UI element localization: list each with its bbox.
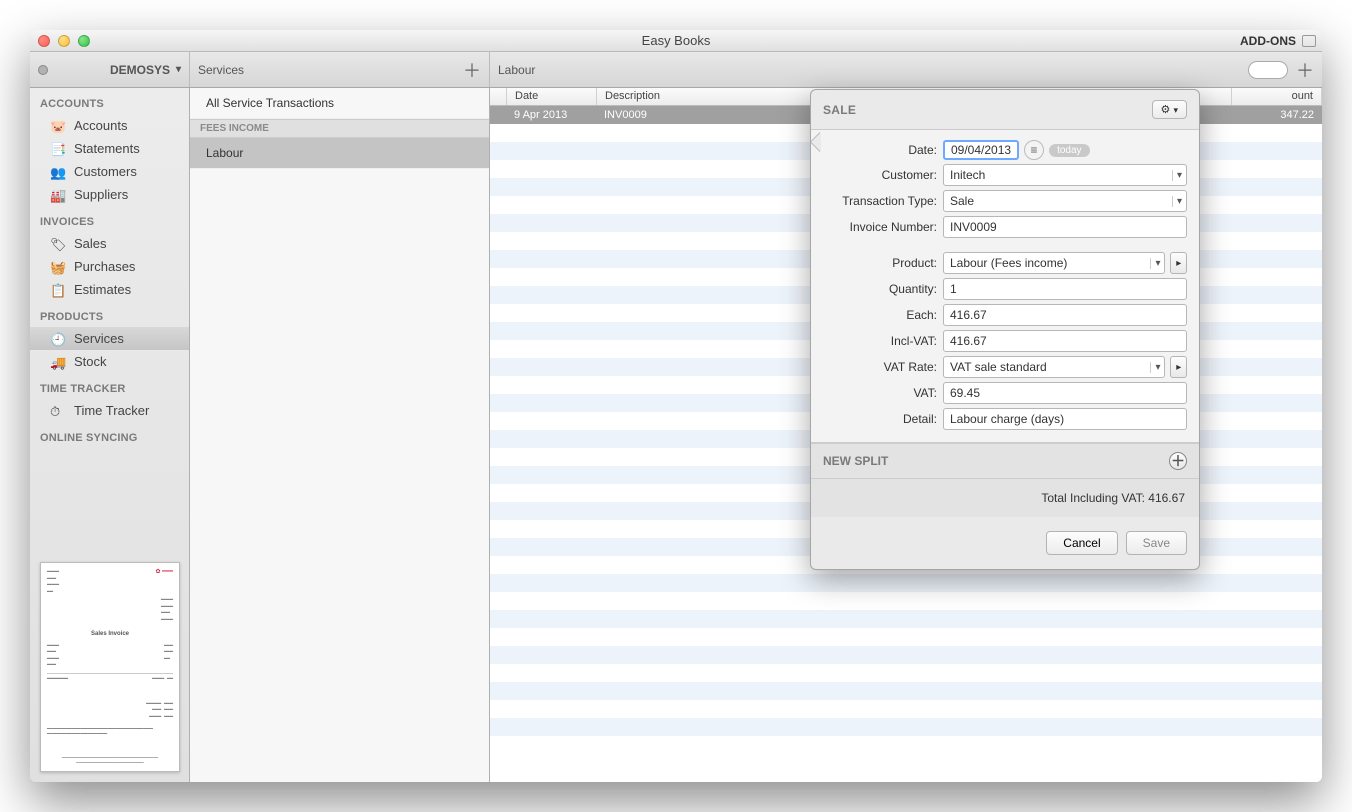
sidebar-item-estimates[interactable]: 📋Estimates bbox=[30, 278, 189, 301]
search-input[interactable] bbox=[1248, 61, 1288, 79]
sidebar-item-accounts[interactable]: 🐷Accounts bbox=[30, 114, 189, 137]
add-transaction-button[interactable]: ＋ bbox=[1296, 57, 1314, 83]
suppliers-icon: 🏭 bbox=[50, 188, 66, 202]
date-label: Date: bbox=[823, 143, 943, 157]
col3-header: Labour ＋ bbox=[490, 52, 1322, 87]
cancel-button[interactable]: Cancel bbox=[1046, 531, 1117, 555]
clipboard-icon: 📋 bbox=[50, 283, 66, 297]
total-including-vat: Total Including VAT: 416.67 bbox=[811, 479, 1199, 517]
chevron-down-icon: ▾ bbox=[1172, 170, 1182, 181]
minimize-window-button[interactable] bbox=[58, 35, 70, 47]
sidebar-item-purchases[interactable]: 🧺Purchases bbox=[30, 255, 189, 278]
vatrate-select[interactable]: VAT sale standard▾ bbox=[943, 356, 1165, 378]
sidebar-item-stock[interactable]: 🚚Stock bbox=[30, 350, 189, 373]
th-date[interactable]: Date bbox=[507, 88, 597, 105]
piggy-icon: 🐷 bbox=[50, 119, 66, 133]
invoice-preview[interactable]: ━━━━━━━━━━━━━✿ ━━━ ━━━━━━━━━━━━━━━ Sales… bbox=[40, 562, 180, 772]
toolbar: DEMOSYS ▾ Services ＋ Labour ＋ bbox=[30, 52, 1322, 88]
invoice-number-input[interactable] bbox=[943, 216, 1187, 238]
titlebar: Easy Books ADD-ONS bbox=[30, 30, 1322, 52]
inclvat-label: Incl-VAT: bbox=[823, 334, 943, 348]
sidebar-section-invoices: INVOICES bbox=[30, 206, 189, 232]
sale-popover: SALE ⚙ ▾ Date: 09/04/2013 ≡ today Custom… bbox=[810, 89, 1200, 570]
col2-title: Services bbox=[198, 63, 244, 77]
save-button[interactable]: Save bbox=[1126, 531, 1187, 555]
statements-icon: 📑 bbox=[50, 142, 66, 156]
sidebar-section-syncing: ONLINE SYNCING bbox=[30, 422, 189, 448]
customer-select[interactable]: Initech▾ bbox=[943, 164, 1187, 186]
quantity-input[interactable] bbox=[943, 278, 1187, 300]
product-next-button[interactable]: ▸ bbox=[1170, 252, 1187, 274]
app-window: Easy Books ADD-ONS DEMOSYS ▾ Services ＋ … bbox=[30, 30, 1322, 782]
truck-icon: 🚚 bbox=[50, 355, 66, 369]
date-lines-icon[interactable]: ≡ bbox=[1024, 140, 1044, 160]
txtype-label: Transaction Type: bbox=[823, 194, 943, 208]
gear-icon: ⚙ bbox=[1161, 104, 1171, 116]
popover-gear-button[interactable]: ⚙ ▾ bbox=[1152, 100, 1187, 119]
business-dot-icon bbox=[38, 65, 48, 75]
preview-title: Sales Invoice bbox=[47, 631, 173, 639]
add-service-button[interactable]: ＋ bbox=[463, 57, 481, 83]
vatrate-next-button[interactable]: ▸ bbox=[1170, 356, 1187, 378]
detail-input[interactable] bbox=[943, 408, 1187, 430]
services-list: All Service Transactions FEES INCOME Lab… bbox=[190, 88, 490, 782]
sidebar: ACCOUNTS 🐷Accounts 📑Statements 👥Customer… bbox=[30, 88, 190, 782]
business-selector-cell: DEMOSYS ▾ bbox=[30, 52, 190, 87]
chevron-down-icon: ▾ bbox=[1172, 196, 1182, 207]
each-label: Each: bbox=[823, 308, 943, 322]
product-select[interactable]: Labour (Fees income)▾ bbox=[943, 252, 1165, 274]
window-title: Easy Books bbox=[30, 33, 1322, 48]
sidebar-item-suppliers[interactable]: 🏭Suppliers bbox=[30, 183, 189, 206]
zoom-window-button[interactable] bbox=[78, 35, 90, 47]
window-controls bbox=[38, 35, 90, 47]
inclvat-input[interactable] bbox=[943, 330, 1187, 352]
service-item-labour[interactable]: Labour bbox=[190, 138, 489, 169]
vat-input[interactable] bbox=[943, 382, 1187, 404]
all-service-transactions[interactable]: All Service Transactions bbox=[190, 88, 489, 119]
addons-label[interactable]: ADD-ONS bbox=[1240, 34, 1296, 48]
chevron-down-icon: ▾ bbox=[176, 64, 181, 75]
sidebar-section-timetracker: TIME TRACKER bbox=[30, 373, 189, 399]
chevron-down-icon: ▾ bbox=[1150, 258, 1160, 269]
close-window-button[interactable] bbox=[38, 35, 50, 47]
customer-label: Customer: bbox=[823, 168, 943, 182]
fullscreen-icon[interactable] bbox=[1302, 35, 1316, 47]
tag-icon: 🏷 bbox=[50, 237, 66, 251]
business-selector[interactable]: DEMOSYS ▾ bbox=[110, 63, 181, 77]
product-label: Product: bbox=[823, 256, 943, 270]
sidebar-section-accounts: ACCOUNTS bbox=[30, 88, 189, 114]
sidebar-item-services[interactable]: 🕘Services bbox=[30, 327, 189, 350]
sidebar-section-products: PRODUCTS bbox=[30, 301, 189, 327]
popover-title: SALE bbox=[823, 103, 856, 117]
group-fees-income: FEES INCOME bbox=[190, 119, 489, 138]
each-input[interactable] bbox=[943, 304, 1187, 326]
today-button[interactable]: today bbox=[1049, 144, 1089, 157]
vat-label: VAT: bbox=[823, 386, 943, 400]
sidebar-item-statements[interactable]: 📑Statements bbox=[30, 137, 189, 160]
date-input[interactable]: 09/04/2013 bbox=[943, 140, 1019, 160]
new-split-label: NEW SPLIT bbox=[823, 454, 888, 468]
th-amount[interactable]: ount bbox=[1232, 88, 1322, 105]
customers-icon: 👥 bbox=[50, 165, 66, 179]
clock-icon: 🕘 bbox=[50, 332, 66, 346]
transaction-type-select[interactable]: Sale▾ bbox=[943, 190, 1187, 212]
vatrate-label: VAT Rate: bbox=[823, 360, 943, 374]
detail-label: Detail: bbox=[823, 412, 943, 426]
sidebar-item-sales[interactable]: 🏷Sales bbox=[30, 232, 189, 255]
col3-title: Labour bbox=[498, 63, 535, 77]
sidebar-item-timetracker[interactable]: ⏱Time Tracker bbox=[30, 399, 189, 422]
sidebar-item-customers[interactable]: 👥Customers bbox=[30, 160, 189, 183]
qty-label: Quantity: bbox=[823, 282, 943, 296]
invno-label: Invoice Number: bbox=[823, 220, 943, 234]
chevron-down-icon: ▾ bbox=[1150, 362, 1160, 373]
basket-icon: 🧺 bbox=[50, 260, 66, 274]
add-split-button[interactable]: ＋ bbox=[1169, 452, 1187, 470]
stopwatch-icon: ⏱ bbox=[50, 404, 66, 418]
col2-header: Services ＋ bbox=[190, 52, 490, 87]
